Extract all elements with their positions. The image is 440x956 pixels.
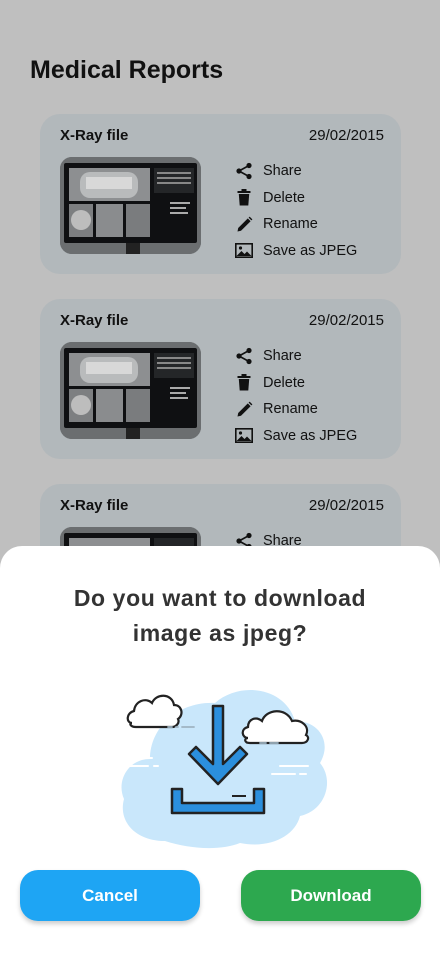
dialog-question: Do you want to download image as jpeg? [0,581,440,651]
share-icon [233,347,255,365]
report-title: X-Ray file [60,312,129,329]
report-date: 29/02/2015 [308,312,384,329]
delete-action[interactable]: Delete [233,370,357,397]
dialog-question-line2: image as jpeg? [132,620,308,646]
dialog-question-line1: Do you want to download [73,585,367,611]
share-action[interactable]: Share [233,158,357,185]
rename-label: Rename [263,216,318,233]
save-jpeg-label: Save as JPEG [263,427,358,444]
image-icon [233,427,255,445]
share-action[interactable]: Share [233,343,357,370]
report-card[interactable]: X-Ray file 29/02/2015 Share Delete Renam… [40,114,401,274]
xray-thumbnail[interactable] [60,157,201,254]
save-jpeg-action[interactable]: Save as JPEG [233,423,357,450]
pencil-icon [233,215,255,233]
trash-icon [233,374,255,392]
rename-label: Rename [263,401,318,418]
delete-action[interactable]: Delete [233,185,357,212]
download-dialog: Do you want to download image as jpeg? C… [0,546,440,956]
cancel-button[interactable]: Cancel [20,870,200,921]
report-actions: Share Delete Rename Save as JPEG [233,158,357,264]
share-label: Share [263,163,302,180]
report-card[interactable]: X-Ray file 29/02/2015 Share Delete Renam… [40,299,401,459]
pencil-icon [233,400,255,418]
image-icon [233,242,255,260]
share-label: Share [263,348,302,365]
save-jpeg-action[interactable]: Save as JPEG [233,238,357,265]
report-date: 29/02/2015 [308,497,384,514]
report-date: 29/02/2015 [308,127,384,144]
delete-label: Delete [263,374,305,391]
download-button[interactable]: Download [241,870,421,921]
rename-action[interactable]: Rename [233,396,357,423]
delete-label: Delete [263,189,305,206]
trash-icon [233,189,255,207]
report-title: X-Ray file [60,127,129,144]
xray-thumbnail[interactable] [60,342,201,439]
page-title: Medical Reports [30,56,224,84]
cloud-download-icon [110,671,335,851]
save-jpeg-label: Save as JPEG [263,242,358,259]
share-icon [233,162,255,180]
rename-action[interactable]: Rename [233,211,357,238]
report-actions: Share Delete Rename Save as JPEG [233,343,357,449]
report-title: X-Ray file [60,497,129,514]
